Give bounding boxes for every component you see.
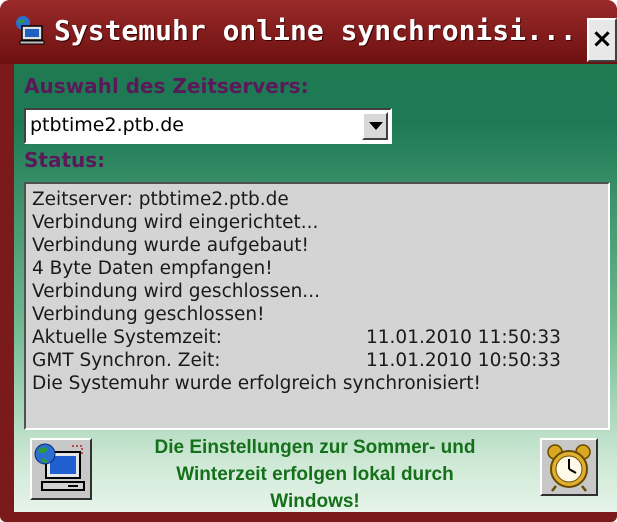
dropdown-arrow-icon[interactable] (362, 112, 388, 140)
dst-info-line: Winterzeit erfolgen lokal durch (176, 464, 454, 485)
system-time-label: Aktuelle Systemzeit: (32, 327, 222, 348)
gmt-time-label: GMT Synchron. Zeit: (32, 350, 221, 371)
status-line: Verbindung wird geschlossen... (32, 281, 320, 302)
status-line: Verbindung wurde aufgebaut! (32, 235, 309, 256)
sync-window: Systemuhr online synchronisi... × Auswah… (0, 0, 617, 522)
title-bar[interactable]: Systemuhr online synchronisi... × (0, 0, 617, 64)
status-line: Verbindung geschlossen! (32, 304, 265, 325)
server-select[interactable]: ptbtime2.ptb.de (24, 108, 392, 144)
status-line: Zeitserver: ptbtime2.ptb.de (32, 189, 289, 210)
close-button[interactable]: × (587, 18, 617, 62)
status-log[interactable]: Zeitserver: ptbtime2.ptb.de Verbindung w… (24, 182, 610, 430)
computer-globe-icon (34, 443, 85, 491)
system-time-value: 11.01.2010 11:50:33 (366, 327, 561, 348)
status-label: Status: (24, 148, 106, 172)
alarm-clock-button[interactable] (540, 438, 598, 496)
content-panel: Auswahl des Zeitservers: ptbtime2.ptb.de… (14, 64, 617, 512)
computer-globe-button[interactable] (30, 438, 92, 500)
alarm-clock-icon (547, 444, 591, 492)
dst-info-line: Windows! (270, 491, 360, 512)
server-select-value: ptbtime2.ptb.de (30, 114, 184, 136)
app-computer-icon (16, 16, 45, 45)
status-line: Verbindung wird eingerichtet... (32, 212, 319, 233)
sync-result: Die Systemuhr wurde erfolgreich synchron… (32, 373, 481, 394)
dst-info-line: Die Einstellungen zur Sommer- und (154, 437, 476, 458)
status-line: 4 Byte Daten empfangen! (32, 258, 273, 279)
dst-info-text: Die Einstellungen zur Sommer- und Winter… (110, 434, 520, 515)
server-label: Auswahl des Zeitservers: (24, 74, 309, 98)
window-title: Systemuhr online synchronisi... (54, 14, 577, 47)
gmt-time-value: 11.01.2010 10:50:33 (366, 350, 561, 371)
